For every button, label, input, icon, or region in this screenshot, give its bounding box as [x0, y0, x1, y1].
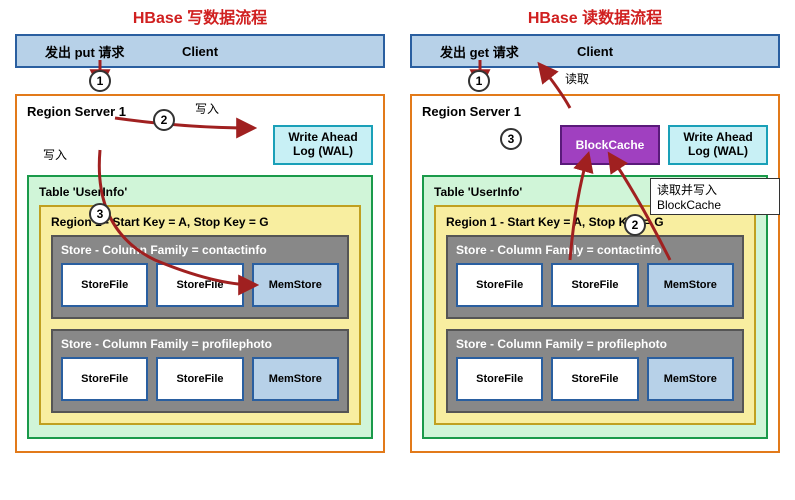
wal-line1-write: Write Ahead	[288, 130, 357, 144]
memstore-box: MemStore	[252, 357, 339, 401]
wal-box-read: Write Ahead Log (WAL)	[668, 125, 768, 165]
client-label-write: Client	[182, 44, 218, 59]
step-circle-2-read: 2	[624, 214, 646, 236]
storefile-box: StoreFile	[156, 357, 243, 401]
table-box-write: Table 'UserInfo' Region 1 - Start Key = …	[27, 175, 373, 439]
annot-read-from-cache: 读取	[565, 70, 589, 87]
step-circle-3-write: 3	[89, 203, 111, 225]
write-flow-panel: HBase 写数据流程 发出 put 请求 Client Region Serv…	[15, 0, 385, 453]
memstore-box: MemStore	[647, 357, 734, 401]
store1-read: Store - Column Family = contactinfo Stor…	[446, 235, 744, 319]
region-server-write: Region Server 1 Write Ahead Log (WAL) Ta…	[15, 94, 385, 453]
store1-label-read: Store - Column Family = contactinfo	[456, 243, 734, 257]
storefile-box: StoreFile	[61, 263, 148, 307]
callout-read-write-blockcache: 读取并写入 BlockCache	[650, 178, 780, 215]
wal-box-write: Write Ahead Log (WAL)	[273, 125, 373, 165]
table-label-write: Table 'UserInfo'	[39, 185, 361, 199]
storefile-box: StoreFile	[61, 357, 148, 401]
step-circle-3-read: 3	[500, 128, 522, 150]
region-box-read: Region 1 - Start Key = A, Stop Key = G S…	[434, 205, 756, 425]
storefile-box: StoreFile	[456, 263, 543, 307]
client-label-read: Client	[577, 44, 613, 59]
step-circle-1-read: 1	[468, 70, 490, 92]
client-box-read: 发出 get 请求 Client	[410, 34, 780, 68]
storefile-box: StoreFile	[551, 357, 638, 401]
read-title: HBase 读数据流程	[410, 4, 780, 28]
client-request-read: 发出 get 请求	[412, 42, 519, 61]
annot-write-to-memstore: 写入	[43, 146, 67, 163]
annot-write-to-wal: 写入	[195, 100, 219, 117]
wal-line2-read: Log (WAL)	[688, 144, 748, 158]
client-request-write: 发出 put 请求	[17, 42, 124, 61]
store1-label-write: Store - Column Family = contactinfo	[61, 243, 339, 257]
rs-header-read: Region Server 1	[422, 104, 768, 119]
client-box-write: 发出 put 请求 Client	[15, 34, 385, 68]
store2-label-read: Store - Column Family = profilephoto	[456, 337, 734, 351]
blockcache-box: BlockCache	[560, 125, 660, 165]
region-box-write: Region 1 - Start Key = A, Stop Key = G S…	[39, 205, 361, 425]
memstore-box: MemStore	[647, 263, 734, 307]
store2-read: Store - Column Family = profilephoto Sto…	[446, 329, 744, 413]
region-server-read: Region Server 1 BlockCache Write Ahead L…	[410, 94, 780, 453]
wal-line2-write: Log (WAL)	[293, 144, 353, 158]
storefile-box: StoreFile	[456, 357, 543, 401]
storefile-box: StoreFile	[156, 263, 243, 307]
memstore-box: MemStore	[252, 263, 339, 307]
storefile-box: StoreFile	[551, 263, 638, 307]
store2-write: Store - Column Family = profilephoto Sto…	[51, 329, 349, 413]
store2-label-write: Store - Column Family = profilephoto	[61, 337, 339, 351]
write-title: HBase 写数据流程	[15, 4, 385, 28]
wal-line1-read: Write Ahead	[683, 130, 752, 144]
step-circle-1-write: 1	[89, 70, 111, 92]
store1-write: Store - Column Family = contactinfo Stor…	[51, 235, 349, 319]
region-label-read: Region 1 - Start Key = A, Stop Key = G	[446, 215, 744, 229]
read-flow-panel: HBase 读数据流程 发出 get 请求 Client Region Serv…	[410, 0, 780, 453]
step-circle-2-write: 2	[153, 109, 175, 131]
